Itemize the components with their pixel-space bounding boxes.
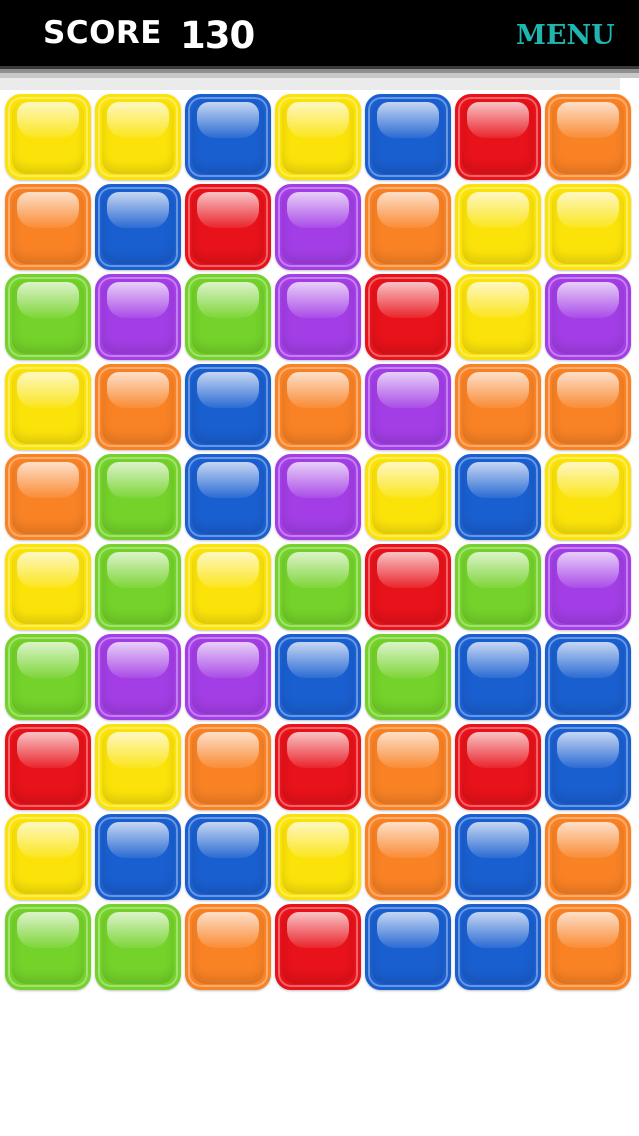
- game-board: [5, 94, 637, 996]
- tile-yellow[interactable]: [275, 94, 361, 180]
- tile-green[interactable]: [365, 634, 451, 720]
- tile-orange[interactable]: [545, 904, 631, 990]
- tile-yellow[interactable]: [5, 364, 91, 450]
- tile-yellow[interactable]: [545, 184, 631, 270]
- tile-orange[interactable]: [455, 364, 541, 450]
- tile-orange[interactable]: [185, 724, 271, 810]
- tile-red[interactable]: [275, 724, 361, 810]
- tile-yellow[interactable]: [365, 454, 451, 540]
- tile-green[interactable]: [5, 634, 91, 720]
- tile-purple[interactable]: [275, 454, 361, 540]
- tile-blue[interactable]: [185, 94, 271, 180]
- tile-purple[interactable]: [185, 634, 271, 720]
- tile-green[interactable]: [275, 544, 361, 630]
- tile-blue[interactable]: [365, 904, 451, 990]
- tile-green[interactable]: [95, 454, 181, 540]
- tile-blue[interactable]: [365, 94, 451, 180]
- tile-purple[interactable]: [365, 364, 451, 450]
- tile-green[interactable]: [95, 904, 181, 990]
- tile-blue[interactable]: [455, 814, 541, 900]
- tile-orange[interactable]: [185, 904, 271, 990]
- tile-yellow[interactable]: [5, 94, 91, 180]
- tile-yellow[interactable]: [275, 814, 361, 900]
- tile-purple[interactable]: [275, 274, 361, 360]
- top-bar: SCORE 130 MENU: [0, 0, 639, 66]
- menu-button[interactable]: MENU: [516, 20, 615, 51]
- tile-red[interactable]: [365, 274, 451, 360]
- tile-green[interactable]: [185, 274, 271, 360]
- tile-orange[interactable]: [5, 184, 91, 270]
- tile-blue[interactable]: [95, 184, 181, 270]
- tile-blue[interactable]: [455, 634, 541, 720]
- tile-red[interactable]: [365, 544, 451, 630]
- tile-yellow[interactable]: [455, 184, 541, 270]
- score-value: 130: [180, 14, 255, 57]
- header-divider-shadow: [0, 78, 620, 90]
- tile-purple[interactable]: [545, 544, 631, 630]
- tile-blue[interactable]: [185, 454, 271, 540]
- tile-blue[interactable]: [275, 634, 361, 720]
- tile-green[interactable]: [5, 274, 91, 360]
- tile-blue[interactable]: [185, 814, 271, 900]
- tile-blue[interactable]: [455, 454, 541, 540]
- tile-green[interactable]: [95, 544, 181, 630]
- tile-blue[interactable]: [95, 814, 181, 900]
- tile-yellow[interactable]: [455, 274, 541, 360]
- tile-blue[interactable]: [185, 364, 271, 450]
- tile-orange[interactable]: [545, 814, 631, 900]
- tile-red[interactable]: [455, 94, 541, 180]
- tile-yellow[interactable]: [95, 94, 181, 180]
- tile-orange[interactable]: [95, 364, 181, 450]
- tile-red[interactable]: [275, 904, 361, 990]
- tile-blue[interactable]: [545, 724, 631, 810]
- tile-red[interactable]: [5, 724, 91, 810]
- tile-yellow[interactable]: [5, 814, 91, 900]
- tile-orange[interactable]: [275, 364, 361, 450]
- tile-orange[interactable]: [365, 184, 451, 270]
- tile-orange[interactable]: [365, 724, 451, 810]
- tile-orange[interactable]: [545, 364, 631, 450]
- score-label: SCORE: [43, 15, 162, 51]
- tile-orange[interactable]: [545, 94, 631, 180]
- tile-red[interactable]: [455, 724, 541, 810]
- tile-green[interactable]: [5, 904, 91, 990]
- tile-purple[interactable]: [95, 634, 181, 720]
- tile-blue[interactable]: [455, 904, 541, 990]
- tile-orange[interactable]: [5, 454, 91, 540]
- tile-purple[interactable]: [275, 184, 361, 270]
- tile-yellow[interactable]: [95, 724, 181, 810]
- tile-purple[interactable]: [545, 274, 631, 360]
- tile-yellow[interactable]: [185, 544, 271, 630]
- tile-orange[interactable]: [365, 814, 451, 900]
- tile-yellow[interactable]: [545, 454, 631, 540]
- tile-blue[interactable]: [545, 634, 631, 720]
- tile-green[interactable]: [455, 544, 541, 630]
- tile-red[interactable]: [185, 184, 271, 270]
- tile-yellow[interactable]: [5, 544, 91, 630]
- tile-purple[interactable]: [95, 274, 181, 360]
